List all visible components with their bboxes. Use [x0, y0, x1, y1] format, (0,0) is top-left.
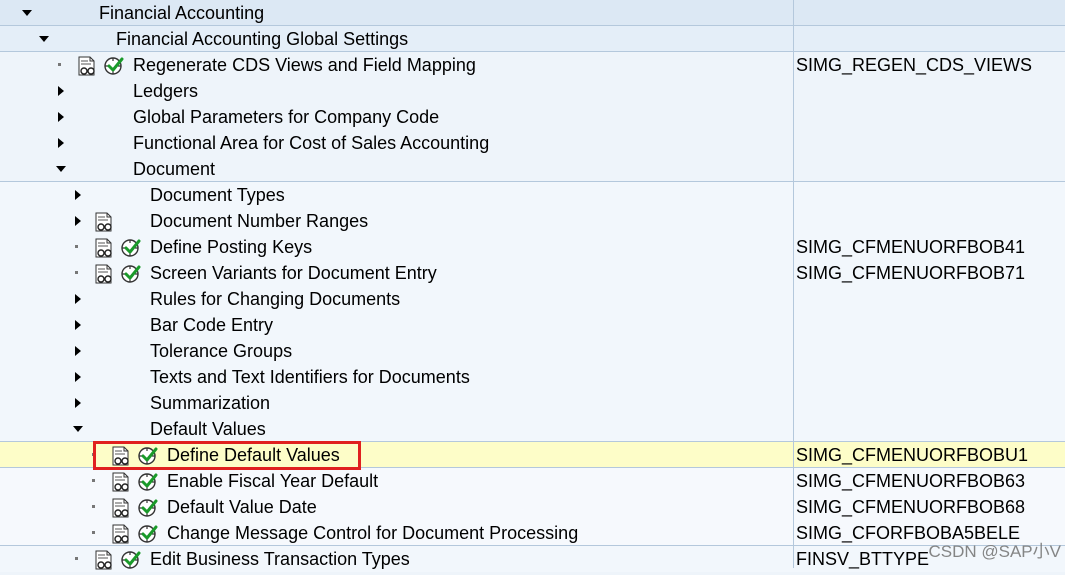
expand-triangle-icon[interactable]	[55, 111, 67, 123]
tree-row[interactable]: Enable Fiscal Year Default SIMG_CFMENUORF…	[0, 468, 1065, 494]
tree-row-selected[interactable]: Define Default Values SIMG_CFMENUORFBOBU1	[0, 442, 1065, 468]
tree-row[interactable]: Define Posting Keys SIMG_CFMENUORFBOB41	[0, 234, 1065, 260]
documentation-icon[interactable]	[93, 212, 115, 232]
documentation-icon[interactable]	[76, 56, 98, 76]
tree-item-label[interactable]: Rules for Changing Documents	[150, 289, 400, 309]
tree-row[interactable]: Ledgers	[0, 78, 1065, 104]
documentation-icon[interactable]	[93, 238, 115, 258]
tree-row[interactable]: Financial Accounting	[0, 0, 1065, 26]
execute-activity-icon[interactable]	[137, 446, 159, 466]
execute-activity-icon[interactable]	[137, 498, 159, 518]
documentation-icon[interactable]	[110, 472, 132, 492]
leaf-bullet-icon	[92, 453, 95, 456]
execute-activity-icon[interactable]	[120, 264, 142, 284]
documentation-icon[interactable]	[110, 498, 132, 518]
tree-item-code: SIMG_CFMENUORFBOBU1	[796, 445, 1029, 465]
collapse-triangle-icon[interactable]	[72, 423, 84, 435]
tree-item-label[interactable]: Screen Variants for Document Entry	[150, 263, 437, 283]
execute-activity-icon[interactable]	[103, 56, 125, 76]
collapse-triangle-icon[interactable]	[55, 163, 67, 175]
leaf-bullet-icon	[75, 557, 78, 560]
collapse-triangle-icon[interactable]	[38, 33, 50, 45]
tree-item-label[interactable]: Enable Fiscal Year Default	[167, 471, 378, 491]
tree-row[interactable]: Global Parameters for Company Code	[0, 104, 1065, 130]
tree-item-label[interactable]: Define Default Values	[167, 445, 340, 465]
tree-row[interactable]: Edit Business Transaction Types FINSV_BTT…	[0, 546, 1065, 572]
tree-item-label[interactable]: Financial Accounting	[99, 3, 264, 23]
collapse-triangle-icon[interactable]	[21, 7, 33, 19]
tree-row[interactable]: Functional Area for Cost of Sales Accoun…	[0, 130, 1065, 156]
documentation-icon[interactable]	[93, 550, 115, 570]
tree-item-label[interactable]: Edit Business Transaction Types	[150, 549, 410, 569]
tree-item-label[interactable]: Document	[133, 159, 215, 179]
tree-item-label[interactable]: Change Message Control for Document Proc…	[167, 523, 578, 543]
tree-row[interactable]: Texts and Text Identifiers for Documents	[0, 364, 1065, 390]
tree-row[interactable]: Change Message Control for Document Proc…	[0, 520, 1065, 546]
tree-row[interactable]: Screen Variants for Document Entry SIMG_C…	[0, 260, 1065, 286]
tree-row[interactable]: Document Number Ranges	[0, 208, 1065, 234]
tree-row[interactable]: Default Value Date SIMG_CFMENUORFBOB68	[0, 494, 1065, 520]
tree-item-label[interactable]: Define Posting Keys	[150, 237, 312, 257]
tree-row[interactable]: Document Types	[0, 182, 1065, 208]
tree-row[interactable]: Regenerate CDS Views and Field Mapping SI…	[0, 52, 1065, 78]
tree-item-label[interactable]: Tolerance Groups	[150, 341, 292, 361]
tree-item-code: SIMG_CFMENUORFBOB41	[796, 237, 1026, 257]
documentation-icon[interactable]	[93, 264, 115, 284]
tree-row[interactable]: Bar Code Entry	[0, 312, 1065, 338]
tree-item-label[interactable]: Texts and Text Identifiers for Documents	[150, 367, 470, 387]
column-divider	[793, 0, 794, 568]
tree-row[interactable]: Document	[0, 156, 1065, 182]
execute-activity-icon[interactable]	[120, 550, 142, 570]
tree-row[interactable]: Rules for Changing Documents	[0, 286, 1065, 312]
tree-row[interactable]: Tolerance Groups	[0, 338, 1065, 364]
tree-item-label[interactable]: Document Types	[150, 185, 285, 205]
expand-triangle-icon[interactable]	[72, 189, 84, 201]
expand-triangle-icon[interactable]	[72, 345, 84, 357]
execute-activity-icon[interactable]	[120, 238, 142, 258]
execute-activity-icon[interactable]	[137, 524, 159, 544]
tree-item-code: SIMG_CFMENUORFBOB68	[796, 497, 1026, 517]
documentation-icon[interactable]	[110, 446, 132, 466]
tree-row[interactable]: Financial Accounting Global Settings	[0, 26, 1065, 52]
tree-item-code: SIMG_CFMENUORFBOB63	[796, 471, 1026, 491]
leaf-bullet-icon	[92, 479, 95, 482]
tree-item-code: FINSV_BTTYPE	[796, 549, 930, 569]
tree-item-label[interactable]: Bar Code Entry	[150, 315, 273, 335]
tree-row[interactable]: Summarization	[0, 390, 1065, 416]
leaf-bullet-icon	[92, 505, 95, 508]
leaf-bullet-icon	[75, 271, 78, 274]
leaf-bullet-icon	[75, 245, 78, 248]
expand-triangle-icon[interactable]	[72, 371, 84, 383]
documentation-icon[interactable]	[110, 524, 132, 544]
expand-triangle-icon[interactable]	[72, 215, 84, 227]
tree-item-label[interactable]: Global Parameters for Company Code	[133, 107, 439, 127]
tree-item-label[interactable]: Default Values	[150, 419, 266, 439]
tree-item-code: SIMG_REGEN_CDS_VIEWS	[796, 55, 1033, 75]
expand-triangle-icon[interactable]	[55, 137, 67, 149]
tree-item-code: SIMG_CFMENUORFBOB71	[796, 263, 1026, 283]
tree-item-label[interactable]: Functional Area for Cost of Sales Accoun…	[133, 133, 489, 153]
watermark: CSDN @SAP小V	[928, 542, 1061, 561]
tree-item-label[interactable]: Ledgers	[133, 81, 198, 101]
execute-activity-icon[interactable]	[137, 472, 159, 492]
expand-triangle-icon[interactable]	[72, 397, 84, 409]
leaf-bullet-icon	[58, 63, 61, 66]
expand-triangle-icon[interactable]	[72, 293, 84, 305]
tree-row[interactable]: Default Values	[0, 416, 1065, 442]
tree-item-label[interactable]: Regenerate CDS Views and Field Mapping	[133, 55, 476, 75]
tree-item-label[interactable]: Default Value Date	[167, 497, 317, 517]
tree-item-label[interactable]: Document Number Ranges	[150, 211, 368, 231]
expand-triangle-icon[interactable]	[72, 319, 84, 331]
tree-item-label[interactable]: Summarization	[150, 393, 270, 413]
expand-triangle-icon[interactable]	[55, 85, 67, 97]
leaf-bullet-icon	[92, 531, 95, 534]
tree-item-label[interactable]: Financial Accounting Global Settings	[116, 29, 408, 49]
